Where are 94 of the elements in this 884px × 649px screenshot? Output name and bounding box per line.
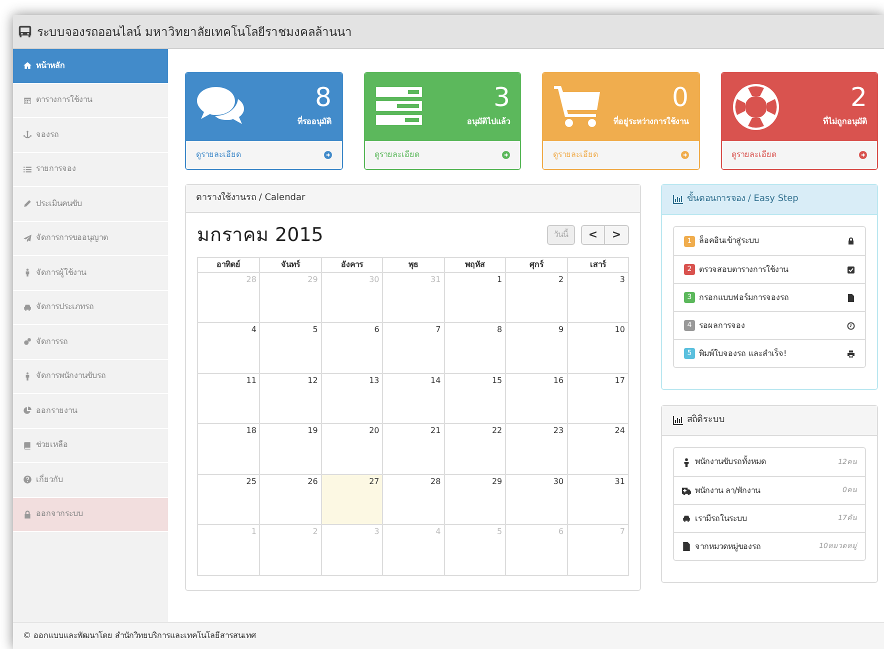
day-cell[interactable]: 24 — [566, 424, 628, 474]
count: 8 — [314, 83, 332, 113]
day-cell[interactable]: 10 — [566, 323, 628, 372]
day-cell[interactable]: 18 — [198, 424, 260, 474]
weekday-header: พฤหัส — [444, 258, 506, 272]
life-ring-icon — [732, 83, 780, 131]
day-cell[interactable]: 17 — [566, 374, 628, 423]
window-title: ระบบจองรถออนไลน์ มหาวิทยาลัยเทคโนโลยีราชมงคลล้านนา — [37, 24, 352, 40]
anchor-icon — [23, 130, 32, 140]
male-icon — [23, 372, 32, 381]
day-cell[interactable]: 13 — [320, 374, 382, 423]
day-cell[interactable]: 22 — [444, 424, 506, 474]
details-link[interactable]: ดูรายละเอียด — [722, 141, 877, 169]
day-cell[interactable]: 9 — [505, 323, 567, 372]
panel-title: ขั้นตอนการจอง / Easy Step — [687, 192, 798, 206]
send-icon — [23, 234, 32, 243]
day-cell[interactable]: 2 — [505, 272, 567, 322]
arrow-circle-icon — [324, 151, 332, 159]
weekday-header: อังคาร — [320, 258, 382, 272]
user-icon — [23, 268, 32, 278]
next-button[interactable]: > — [605, 225, 629, 246]
count: 0 — [672, 83, 688, 113]
day-cell[interactable]: 31 — [566, 474, 628, 524]
count: 2 — [850, 83, 867, 113]
car-icon — [23, 302, 32, 312]
question-icon — [23, 475, 32, 484]
card-label: ที่อยู่ระหว่างการใช้งาน — [614, 116, 688, 128]
weekday-header: ศุกร์ — [505, 258, 567, 272]
weekday-header: พุธ — [382, 258, 444, 272]
arrow-circle-icon — [502, 151, 510, 159]
day-cell[interactable]: 23 — [505, 424, 567, 474]
arrow-circle-icon — [680, 151, 688, 159]
day-cell[interactable]: 7 — [382, 323, 444, 372]
sidebar-item[interactable]: หน้าหลัก — [13, 49, 168, 84]
day-cell[interactable]: 3 — [566, 272, 628, 322]
day-cell[interactable]: 8 — [444, 323, 506, 372]
day-cell[interactable]: 20 — [320, 424, 382, 474]
calendar-icon — [23, 96, 32, 105]
day-cell[interactable]: 14 — [382, 374, 444, 423]
day-cell[interactable]: 15 — [444, 374, 506, 423]
day-cell[interactable]: 11 — [198, 374, 260, 423]
printer-icon — [847, 350, 855, 358]
count: 3 — [493, 83, 510, 113]
pencil-icon — [23, 199, 32, 208]
bus-icon — [18, 24, 32, 38]
document-icon — [847, 294, 855, 302]
day-cell[interactable]: 12 — [259, 374, 321, 423]
list-icon — [23, 164, 32, 174]
pie-icon — [23, 406, 32, 416]
bar-chart-icon — [673, 195, 683, 204]
stat-label: เรามีรถในระบบ — [695, 512, 747, 524]
day-cell[interactable]: 16 — [505, 374, 567, 423]
stat-label: พนักงาน ลา/พักงาน — [695, 484, 760, 496]
day-cell[interactable]: 19 — [259, 424, 321, 474]
bar-chart-icon — [673, 416, 683, 425]
person-icon — [682, 458, 691, 466]
previous-button[interactable]: < — [581, 225, 605, 246]
day-cell[interactable]: 28 — [382, 474, 444, 524]
arrow-circle-icon — [859, 151, 867, 159]
document-icon — [682, 542, 691, 551]
day-cell[interactable]: 1 — [444, 272, 506, 322]
step-label: ตรวจสอบตารางการใช้งาน — [699, 264, 788, 276]
checkbox-icon — [847, 266, 855, 274]
weekday-header: อาทิตย์ — [216, 258, 242, 270]
card-label: ที่ไม่ถูกอนุมัติ — [823, 116, 867, 128]
month-title: มกราคม 2015 — [197, 223, 324, 248]
home-icon — [23, 61, 32, 70]
weekday-header: เสาร์ — [566, 258, 628, 272]
footer-text: © ออกแบบและพัฒนาโดย สำนักวิทยบริการและเทคโนโลยีสารสนเทศ — [23, 630, 256, 642]
lock-icon — [847, 237, 855, 245]
book-icon — [23, 440, 32, 450]
step-label: กรอกแบบฟอร์มการจองรถ — [699, 292, 789, 304]
day-cell[interactable]: 30 — [505, 474, 567, 524]
day-cell[interactable]: 29 — [444, 474, 506, 524]
step-label: รอผลการจอง — [699, 320, 745, 332]
car-icon — [682, 514, 691, 523]
day-cell[interactable]: 4 — [198, 323, 260, 372]
stat-label: จากหมวดหมู่ของรถ — [695, 540, 761, 552]
panel-title: สถิติระบบ — [687, 414, 725, 427]
day-cell[interactable]: 27 — [320, 474, 382, 524]
card-label: ที่รออนุมัติ — [298, 116, 332, 128]
day-cell[interactable]: 5 — [259, 323, 321, 372]
step-label: พิมพ์ใบจองรถ และสำเร็จ! — [699, 348, 787, 360]
day-cell[interactable]: 6 — [320, 323, 382, 372]
stat-label: พนักงานขับรถทั้งหมด — [695, 456, 766, 468]
weekday-header: จันทร์ — [259, 258, 321, 272]
ambulance-icon — [682, 486, 691, 495]
day-cell[interactable]: 25 — [198, 474, 260, 524]
lock-icon — [23, 510, 32, 519]
step-label: ล็อคอินเข้าสู่ระบบ — [699, 235, 759, 247]
clock-icon — [847, 322, 855, 330]
day-cell[interactable]: 21 — [382, 424, 444, 474]
card-label: อนุมัติไปแล้ว — [467, 116, 510, 128]
panel-title: ตารางใช้งานรถ / Calendar — [196, 192, 306, 205]
